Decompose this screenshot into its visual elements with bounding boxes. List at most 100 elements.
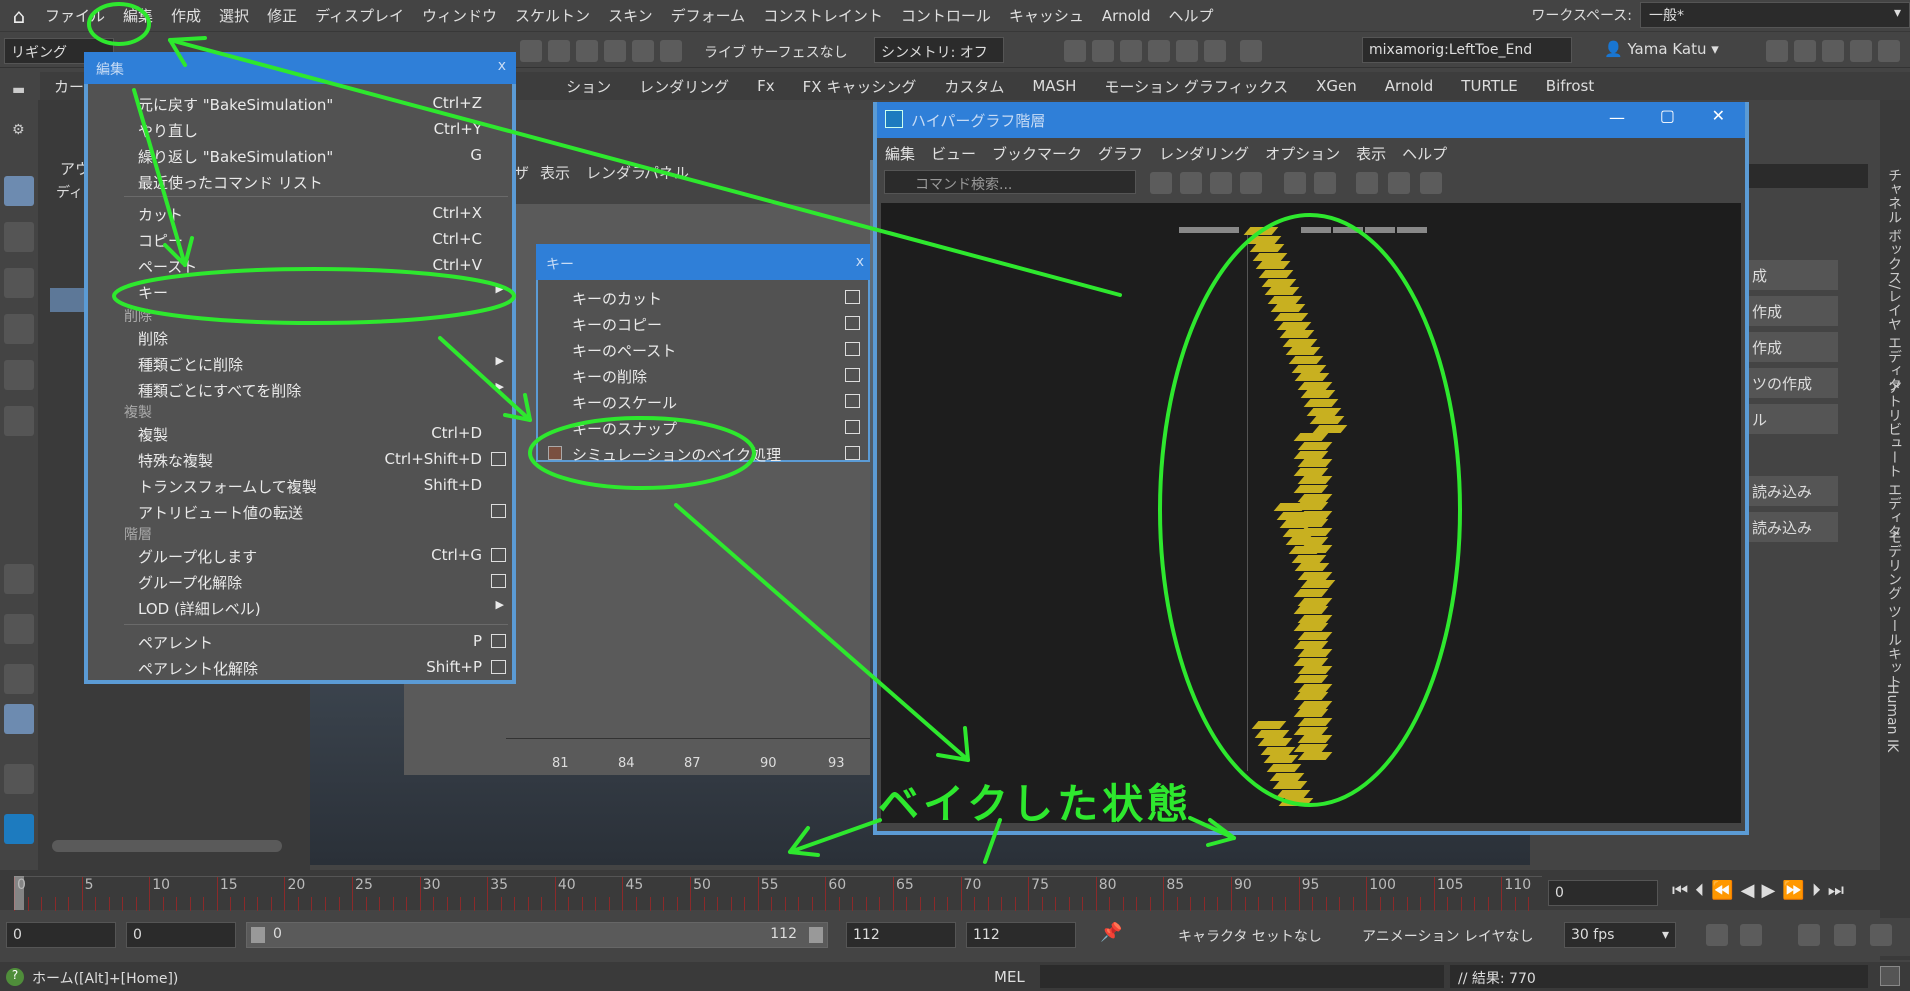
menu-cache[interactable]: キャッシュ [1000,5,1093,26]
right-panel-button[interactable]: 作成 [1742,332,1838,362]
joint-node[interactable] [1297,700,1333,709]
range-slider[interactable]: 0 112 [246,922,828,948]
joint-node[interactable] [1279,330,1315,339]
menu-select[interactable]: 選択 [210,5,258,26]
option-box-icon[interactable] [491,574,506,588]
hg-menu-help[interactable]: ヘルプ [1394,143,1455,164]
graph-menu-panels[interactable]: パネル [644,162,689,183]
menu-item-parent[interactable]: ペアレント P [88,628,512,654]
joint-node[interactable] [1258,270,1294,278]
tool-settings-icon[interactable] [1822,40,1844,62]
outliner-layout-icon[interactable] [4,704,34,734]
menu-item-delete[interactable]: 削除 [88,324,512,350]
joint-node[interactable] [1291,554,1327,563]
joint-node[interactable] [1303,399,1339,407]
hypershade-icon[interactable] [1176,40,1198,62]
lasso-tool-icon[interactable] [4,222,34,252]
hg-menu-graph[interactable]: グラフ [1090,143,1151,164]
frame-hierarchy-icon[interactable] [1210,172,1232,194]
joint-node[interactable] [1246,235,1282,244]
option-box-icon[interactable] [491,548,506,562]
render-frame-icon[interactable] [1092,40,1114,62]
render-settings-icon[interactable] [1148,40,1170,62]
right-panel-button[interactable]: 作成 [1742,296,1838,326]
option-box-icon[interactable] [491,634,506,648]
select-tool-icon[interactable] [4,176,34,206]
joint-node[interactable] [1293,450,1329,459]
joint-node[interactable] [1293,640,1329,649]
hg-menu-rendering[interactable]: レンダリング [1151,143,1257,164]
script-language-toggle[interactable]: MEL [994,968,1025,986]
graph-menu-view[interactable]: ザ [514,162,529,183]
paint-select-icon[interactable] [4,268,34,298]
joint-node[interactable] [1293,743,1329,752]
minus-icon[interactable]: ▬ [12,82,25,98]
render-globals-icon[interactable] [1204,40,1226,62]
menu-item-snap-keys[interactable]: キーのスナップ [538,414,868,440]
vtab-channel-box[interactable]: チャネル ボックス/レイヤ エディタ [1884,168,1904,392]
joint-node[interactable] [1288,356,1324,364]
joint-node[interactable] [1257,738,1293,747]
menu-display[interactable]: ディスプレイ [306,5,413,26]
option-box-icon[interactable] [845,342,860,356]
frame-branch-icon[interactable] [1240,172,1262,194]
graph-menu-show[interactable]: 表示 [540,162,570,183]
end-time-field[interactable]: 112 [966,922,1076,948]
shelf-tab-turtle[interactable]: TURTLE [1447,77,1531,95]
joint-node[interactable] [1252,252,1288,261]
close-icon[interactable]: x [498,58,506,74]
joint-node[interactable] [1254,729,1290,738]
joint-node[interactable] [1269,772,1305,781]
search-icon[interactable] [4,764,34,794]
joint-node[interactable] [1293,589,1329,597]
joint-node[interactable] [1297,649,1333,658]
range-handle-end[interactable] [809,927,823,943]
shelf-tab-animation[interactable]: ション [552,76,625,97]
user-account[interactable]: 👤 Yama Katu ▾ [1604,40,1719,58]
hypergraph-node[interactable] [1333,227,1363,233]
joint-node[interactable] [1293,467,1329,476]
right-panel-button[interactable]: ツの作成 [1742,368,1838,398]
menu-item-delete-by-type[interactable]: 種類ごとに削除 ▶ [88,350,512,376]
option-box-icon[interactable] [491,660,506,674]
playback-start-field[interactable]: 0 [126,922,236,948]
step-forward-key-icon[interactable]: ⏩ [1782,880,1811,901]
toggle-list-icon[interactable] [1420,172,1442,194]
current-frame-field[interactable]: 0 [1548,880,1658,906]
step-forward-icon[interactable]: ⏵ [1812,880,1828,901]
hypergraph-node[interactable] [1179,227,1239,233]
shelf-tab-fx-caching[interactable]: FX キャッシング [789,76,931,97]
joint-node[interactable] [1264,287,1300,296]
shelf-tab-xgen[interactable]: XGen [1302,77,1371,95]
snap-curve-icon[interactable] [548,40,570,62]
home-icon[interactable]: ⌂ [6,3,32,29]
playback-end-field[interactable]: 112 [846,922,956,948]
option-box-icon[interactable] [845,420,860,434]
joint-node[interactable] [1294,373,1330,382]
joint-node[interactable] [1293,433,1329,442]
joint-node[interactable] [1297,459,1333,468]
shelf-tab-bifrost[interactable]: Bifrost [1532,77,1608,95]
current-time-indicator[interactable] [14,876,24,910]
add-bookmark-icon[interactable] [1356,172,1378,194]
menu-arnold[interactable]: Arnold [1093,7,1160,25]
shelf-tab-fx[interactable]: Fx [743,77,789,95]
step-back-icon[interactable]: ⏴ [1695,880,1711,901]
script-editor-icon[interactable] [1880,966,1900,986]
menu-item-cut[interactable]: カット Ctrl+X [88,200,512,226]
run-icon[interactable] [1870,924,1892,946]
frame-selection-icon[interactable] [1180,172,1202,194]
joint-node[interactable] [1270,304,1306,313]
joint-node[interactable] [1297,683,1333,692]
joint-node[interactable] [1297,632,1333,640]
joint-node[interactable] [1273,313,1309,321]
menu-item-scale-keys[interactable]: キーのスケール [538,388,868,414]
option-box-icon[interactable] [845,446,860,460]
joint-node[interactable] [1297,718,1333,726]
menu-item-delete-all-by-type[interactable]: 種類ごとにすべてを削除 ▶ [88,376,512,402]
joint-node[interactable] [1293,657,1329,666]
menu-item-copy[interactable]: コピー Ctrl+C [88,226,512,252]
hg-menu-show[interactable]: 表示 [1348,143,1394,164]
joint-node[interactable] [1293,709,1329,718]
joint-node[interactable] [1297,597,1333,606]
